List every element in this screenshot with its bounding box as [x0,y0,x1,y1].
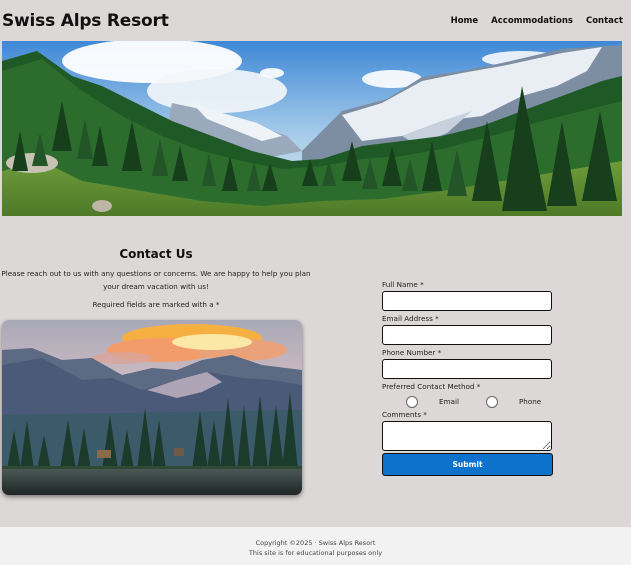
phone-field[interactable] [382,359,552,379]
full-name-label: Full Name * [382,280,424,289]
contact-intro: Please reach out to us with any question… [0,267,312,293]
contact-intro-line-1: Please reach out to us with any question… [1,269,311,278]
disclaimer-text: This site is for educational purposes on… [248,549,383,557]
contact-method-options: Email Phone [382,394,554,409]
main-nav: Home Accommodations Contact [451,16,623,26]
lake-mountain-photo [2,320,302,495]
contact-heading: Contact Us [119,247,193,261]
site-header: Swiss Alps Resort Home Accommodations Co… [0,0,631,41]
hero-mountain-image [2,41,622,216]
email-field[interactable] [382,325,552,345]
phone-radio-label: Phone [518,397,542,406]
contact-intro-line-2: your dream vacation with us! [103,282,209,291]
contact-form: Full Name * Email Address * Phone Number… [382,280,554,476]
email-label: Email Address * [382,314,439,323]
comments-label: Comments * [382,410,427,419]
contact-method-label: Preferred Contact Method * [382,382,481,391]
site-title: Swiss Alps Resort [2,11,169,31]
full-name-field[interactable] [382,291,552,311]
phone-label: Phone Number * [382,348,442,357]
email-radio-label: Email [439,397,459,406]
copyright-text: Copyright ©2025 · Swiss Alps Resort [255,539,376,547]
email-radio[interactable] [406,395,418,408]
phone-radio[interactable] [485,395,498,408]
comments-field[interactable] [382,421,552,451]
site-footer: Copyright ©2025 · Swiss Alps Resort This… [0,527,631,565]
nav-contact-link[interactable]: Contact [586,16,623,26]
submit-button[interactable]: Submit [382,453,553,476]
nav-accommodations-link[interactable]: Accommodations [491,16,573,26]
required-fields-note: Required fields are marked with a * [92,300,220,309]
nav-home-link[interactable]: Home [451,16,479,26]
